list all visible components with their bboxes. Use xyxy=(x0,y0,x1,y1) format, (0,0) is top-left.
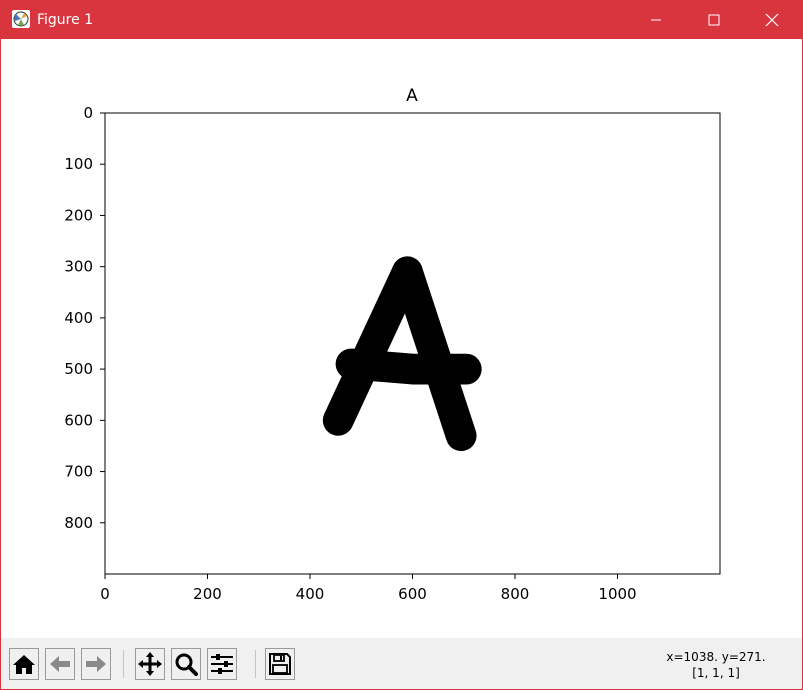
toolbar-separator xyxy=(255,650,256,678)
x-tick-label: 600 xyxy=(398,585,427,603)
pan-icon xyxy=(138,652,162,676)
configure-subplots-icon xyxy=(211,654,233,674)
minimize-button[interactable] xyxy=(633,1,679,39)
y-tick-label: 800 xyxy=(64,514,93,532)
plot-svg[interactable]: 0 200 400 600 800 1000 0 100 200 300 400 500 600 700 8… xyxy=(1,39,802,637)
configure-subplots-button[interactable] xyxy=(207,648,237,680)
toolbar-separator xyxy=(123,650,124,678)
home-button[interactable] xyxy=(9,648,39,680)
maximize-icon xyxy=(708,14,720,26)
y-tick-label: 500 xyxy=(64,360,93,378)
figure-canvas[interactable]: 0 200 400 600 800 1000 0 100 200 300 400 500 600 700 8… xyxy=(1,39,802,637)
pan-button[interactable] xyxy=(135,648,165,680)
y-tick-label: 200 xyxy=(64,206,93,224)
title-bar[interactable]: Figure 1 xyxy=(1,1,802,39)
back-arrow-icon xyxy=(50,656,70,672)
navigation-toolbar: x=1038. y=271. [1, 1, 1] xyxy=(1,638,802,689)
x-tick-label: 200 xyxy=(193,585,222,603)
minimize-icon xyxy=(651,19,661,21)
cursor-coordinates: x=1038. y=271. xyxy=(666,650,766,664)
close-icon xyxy=(765,13,779,27)
save-icon xyxy=(269,653,291,675)
close-button[interactable] xyxy=(749,1,795,39)
x-tick-label: 400 xyxy=(296,585,325,603)
y-tick-label: 100 xyxy=(64,155,93,173)
y-tick-label: 300 xyxy=(64,258,93,276)
y-tick-label: 400 xyxy=(64,309,93,327)
maximize-button[interactable] xyxy=(691,1,737,39)
x-tick-label: 1000 xyxy=(598,585,636,603)
y-tick-label: 700 xyxy=(64,463,93,481)
cursor-status: x=1038. y=271. [1, 1, 1] xyxy=(646,649,786,681)
x-tick-label: 0 xyxy=(100,585,110,603)
figure-window: Figure 1 0 200 400 600 800 1000 0 100 200 300 400 5… xyxy=(0,0,803,690)
window-title: Figure 1 xyxy=(37,12,94,28)
zoom-icon xyxy=(175,653,198,676)
letter-a-stroke xyxy=(335,348,482,385)
pixel-value: [1, 1, 1] xyxy=(692,666,740,680)
forward-button[interactable] xyxy=(81,648,111,680)
back-button[interactable] xyxy=(45,648,75,680)
axes-frame xyxy=(104,112,721,575)
plot-title: A xyxy=(406,86,418,106)
y-tick-label: 0 xyxy=(83,104,93,122)
forward-arrow-icon xyxy=(86,656,106,672)
matplotlib-app-icon xyxy=(12,10,30,28)
home-icon xyxy=(13,655,35,674)
zoom-button[interactable] xyxy=(171,648,201,680)
x-tick-label: 800 xyxy=(501,585,530,603)
y-tick-label: 600 xyxy=(64,411,93,429)
letter-a-stroke xyxy=(322,256,423,436)
save-button[interactable] xyxy=(265,648,295,680)
